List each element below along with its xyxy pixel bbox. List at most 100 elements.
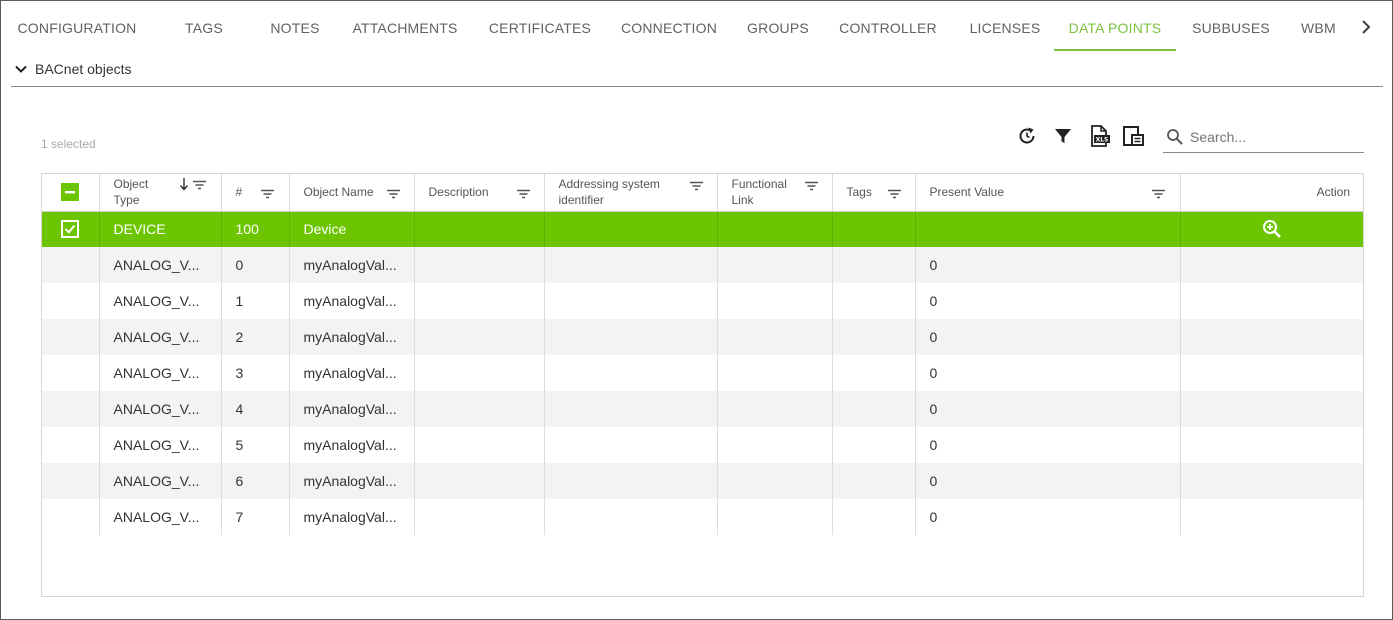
column-filter-icon[interactable]: [804, 179, 818, 195]
row-select-cell[interactable]: [42, 427, 100, 463]
checkbox-checked-icon[interactable]: [61, 220, 80, 239]
cell-object-type: ANALOG_V...: [99, 463, 222, 499]
cell-object-type: ANALOG_V...: [99, 247, 222, 283]
cell-number: 4: [221, 391, 290, 427]
header-tags[interactable]: Tags: [832, 174, 916, 212]
cell-present-value: 0: [915, 319, 1181, 355]
cell-description: [414, 355, 545, 391]
tab-attachments[interactable]: ATTACHMENTS: [351, 1, 459, 53]
header-select-all[interactable]: [42, 174, 100, 212]
search-input[interactable]: [1190, 128, 1360, 145]
row-select-cell[interactable]: [42, 463, 100, 499]
column-filter-icon[interactable]: [689, 179, 703, 195]
cell-present-value: 0: [915, 283, 1181, 319]
table-row[interactable]: ANALOG_V... 6 myAnalogVal... 0: [42, 463, 1363, 499]
table-row-selected[interactable]: DEVICE 100 Device: [42, 211, 1363, 247]
search-icon: [1163, 128, 1184, 146]
table-row[interactable]: ANALOG_V... 5 myAnalogVal... 0: [42, 427, 1363, 463]
cell-addressing: [544, 427, 718, 463]
cell-tags: [832, 355, 916, 391]
select-all-checkbox-indeterminate-icon[interactable]: [61, 183, 80, 202]
tab-controller[interactable]: CONTROLLER: [835, 1, 941, 53]
cell-action: [1180, 319, 1363, 355]
table-row[interactable]: ANALOG_V... 2 myAnalogVal... 0: [42, 319, 1363, 355]
tab-wbm[interactable]: WBM: [1301, 1, 1351, 53]
cell-number: 3: [221, 355, 290, 391]
cell-addressing: [544, 283, 718, 319]
table-row[interactable]: ANALOG_V... 4 myAnalogVal... 0: [42, 391, 1363, 427]
header-functional-link[interactable]: Functional Link: [717, 174, 833, 212]
zoom-in-icon[interactable]: [1262, 219, 1282, 239]
row-select-cell[interactable]: [42, 499, 100, 535]
column-filter-icon[interactable]: [516, 187, 530, 203]
cell-present-value: 0: [915, 247, 1181, 283]
row-select-cell[interactable]: [42, 391, 100, 427]
svg-text:XLS: XLS: [1096, 137, 1109, 144]
tab-connection[interactable]: CONNECTION: [617, 1, 721, 53]
cell-number: 1: [221, 283, 290, 319]
table-header-row: Object Type # Object Name Description Ad…: [42, 174, 1363, 212]
header-label-number: #: [235, 185, 243, 200]
chevron-right-icon[interactable]: [1354, 15, 1378, 39]
active-tab-indicator: [1054, 49, 1176, 51]
cell-functional-link: [717, 283, 833, 319]
cell-tags: [832, 247, 916, 283]
data-points-table: Object Type # Object Name Description Ad…: [41, 173, 1364, 597]
header-object-name[interactable]: Object Name: [289, 174, 415, 212]
header-object-type[interactable]: Object Type: [99, 174, 222, 212]
row-select-cell[interactable]: [42, 247, 100, 283]
header-addressing-system-identifier[interactable]: Addressing system identifier: [544, 174, 718, 212]
row-select-cell[interactable]: [42, 355, 100, 391]
search-field[interactable]: [1163, 121, 1364, 153]
section-header-bacnet-objects[interactable]: BACnet objects: [13, 57, 132, 81]
header-label-tags: Tags: [846, 185, 872, 200]
column-chooser-icon[interactable]: [1121, 124, 1145, 148]
cell-object-type: ANALOG_V...: [99, 391, 222, 427]
filter-icon[interactable]: [1051, 124, 1075, 148]
column-filter-icon[interactable]: [887, 187, 901, 203]
row-select-cell[interactable]: [42, 283, 100, 319]
divider: [11, 86, 1383, 87]
cell-object-name: myAnalogVal...: [289, 499, 415, 535]
refresh-icon[interactable]: [1015, 124, 1039, 148]
sort-descending-icon[interactable]: [178, 177, 190, 195]
export-xlsx-icon[interactable]: XLS: [1087, 124, 1111, 148]
tab-configuration[interactable]: CONFIGURATION: [17, 1, 137, 53]
cell-object-type: ANALOG_V...: [99, 499, 222, 535]
tab-data-points[interactable]: DATA POINTS: [1054, 1, 1176, 53]
row-select-cell[interactable]: [42, 319, 100, 355]
cell-tags: [832, 463, 916, 499]
section-title: BACnet objects: [35, 61, 132, 77]
column-filter-icon[interactable]: [260, 187, 274, 203]
column-filter-icon[interactable]: [1151, 187, 1165, 203]
table-row[interactable]: ANALOG_V... 0 myAnalogVal... 0: [42, 247, 1363, 283]
tab-notes[interactable]: NOTES: [260, 1, 330, 53]
tab-subbuses[interactable]: SUBBUSES: [1186, 1, 1276, 53]
header-description[interactable]: Description: [414, 174, 545, 212]
table-row[interactable]: ANALOG_V... 3 myAnalogVal... 0: [42, 355, 1363, 391]
tab-licenses[interactable]: LICENSES: [963, 1, 1047, 53]
cell-action: [1180, 247, 1363, 283]
header-number[interactable]: #: [221, 174, 290, 212]
row-select-cell[interactable]: [42, 211, 100, 247]
cell-object-name: myAnalogVal...: [289, 391, 415, 427]
table-row[interactable]: ANALOG_V... 7 myAnalogVal... 0: [42, 499, 1363, 535]
column-filter-icon[interactable]: [192, 178, 206, 194]
cell-action: [1180, 283, 1363, 319]
tab-tags[interactable]: TAGS: [170, 1, 238, 53]
cell-object-name: myAnalogVal...: [289, 463, 415, 499]
table-row[interactable]: ANALOG_V... 1 myAnalogVal... 0: [42, 283, 1363, 319]
tab-groups[interactable]: GROUPS: [743, 1, 813, 53]
header-present-value[interactable]: Present Value: [915, 174, 1181, 212]
cell-description: [414, 283, 545, 319]
cell-present-value: [915, 211, 1181, 247]
cell-number: 2: [221, 319, 290, 355]
cell-object-name: myAnalogVal...: [289, 319, 415, 355]
cell-number: 0: [221, 247, 290, 283]
tab-certificates[interactable]: CERTIFICATES: [485, 1, 595, 53]
cell-present-value: 0: [915, 499, 1181, 535]
column-filter-icon[interactable]: [386, 187, 400, 203]
cell-present-value: 0: [915, 463, 1181, 499]
cell-object-type: ANALOG_V...: [99, 355, 222, 391]
cell-object-type: ANALOG_V...: [99, 319, 222, 355]
